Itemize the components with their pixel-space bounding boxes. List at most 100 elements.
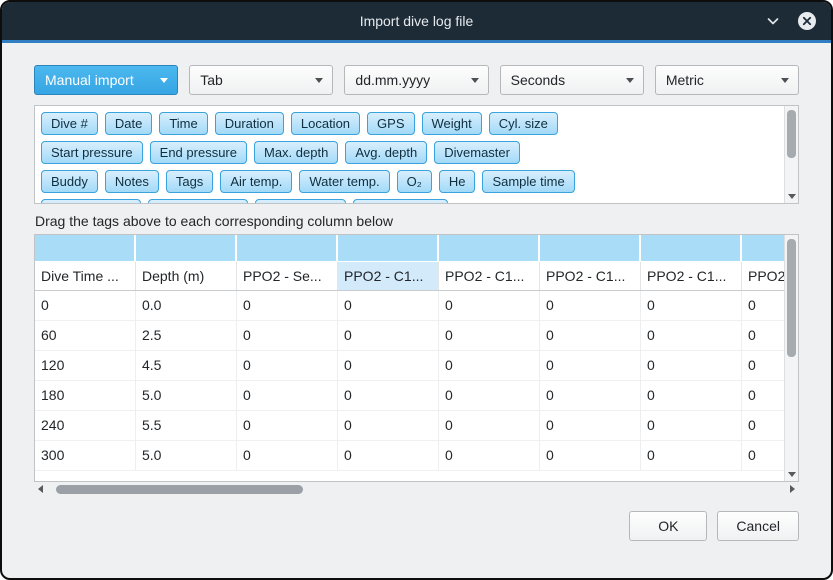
tag-water-temp[interactable]: Water temp. <box>299 170 389 193</box>
column-header[interactable]: PPO2 - C1... <box>641 262 742 290</box>
ok-button[interactable]: OK <box>629 511 707 541</box>
tag-location[interactable]: Location <box>291 112 360 135</box>
tag-date[interactable]: Date <box>105 112 152 135</box>
tag-end-pressure[interactable]: End pressure <box>150 141 247 164</box>
table-cell[interactable]: 300 <box>35 441 136 471</box>
table-cell[interactable]: 4.5 <box>136 351 237 381</box>
tag-air-temp[interactable]: Air temp. <box>220 170 292 193</box>
tag-max-depth[interactable]: Max. depth <box>254 141 338 164</box>
table-cell[interactable]: 0 <box>540 351 641 381</box>
combo-duration-format[interactable]: Seconds <box>500 65 644 95</box>
scrollbar-thumb[interactable] <box>787 239 796 357</box>
scrollbar-thumb[interactable] <box>56 485 303 494</box>
combo-date-format[interactable]: dd.mm.yyyy <box>344 65 488 95</box>
table-cell[interactable]: 0 <box>540 291 641 321</box>
column-drop-target[interactable] <box>136 235 235 261</box>
table-cell[interactable]: 0 <box>641 441 742 471</box>
column-header[interactable]: PPO2 - Se... <box>237 262 338 290</box>
column-header[interactable]: PPO2 - C1... <box>540 262 641 290</box>
column-drop-target[interactable] <box>439 235 538 261</box>
table-cell[interactable]: 0 <box>439 321 540 351</box>
table-cell[interactable]: 0 <box>439 351 540 381</box>
table-cell[interactable]: 120 <box>35 351 136 381</box>
column-header[interactable]: Dive Time ... <box>35 262 136 290</box>
table-cell[interactable]: 60 <box>35 321 136 351</box>
table-cell[interactable]: 0 <box>338 351 439 381</box>
tag-weight[interactable]: Weight <box>422 112 482 135</box>
combo-import-mode[interactable]: Manual import <box>34 65 178 95</box>
shade-chevron-down-icon[interactable] <box>765 13 781 29</box>
table-cell[interactable]: 0 <box>338 411 439 441</box>
titlebar[interactable]: Import dive log file <box>2 2 831 40</box>
tag-sample-depth[interactable]: Sample depth <box>41 199 141 204</box>
column-drop-target[interactable] <box>540 235 639 261</box>
table-cell[interactable]: 0 <box>338 321 439 351</box>
table-cell[interactable]: 0 <box>237 411 338 441</box>
table-cell[interactable]: 0 <box>540 321 641 351</box>
tag-sample-temp[interactable]: Sample temp. <box>148 199 248 204</box>
tag-start-pressure[interactable]: Start pressure <box>41 141 143 164</box>
column-drop-target[interactable] <box>237 235 336 261</box>
tag-avg-depth[interactable]: Avg. depth <box>345 141 427 164</box>
table-cell[interactable]: 0 <box>237 441 338 471</box>
tag-notes[interactable]: Notes <box>105 170 159 193</box>
tag-area-scrollbar[interactable] <box>784 106 798 203</box>
table-cell[interactable]: 0 <box>338 381 439 411</box>
scroll-right-icon[interactable] <box>790 485 795 493</box>
table-cell[interactable]: 0 <box>338 291 439 321</box>
combo-field-separator[interactable]: Tab <box>189 65 333 95</box>
tag-o[interactable]: O₂ <box>397 170 432 193</box>
column-header[interactable]: PPO2 - C1... <box>338 262 439 290</box>
tag-sample-cns[interactable]: Sample CNS <box>353 199 448 204</box>
combo-units[interactable]: Metric <box>655 65 799 95</box>
table-cell[interactable]: 240 <box>35 411 136 441</box>
close-button[interactable] <box>797 11 817 31</box>
table-cell[interactable]: 0 <box>641 321 742 351</box>
tag-sample-po[interactable]: Sample pO₂ <box>255 199 345 204</box>
table-cell[interactable]: 5.0 <box>136 441 237 471</box>
tag-dive[interactable]: Dive # <box>41 112 98 135</box>
table-cell[interactable]: 0 <box>540 411 641 441</box>
table-cell[interactable]: 0 <box>338 441 439 471</box>
table-cell[interactable]: 0 <box>237 291 338 321</box>
table-cell[interactable]: 0 <box>237 381 338 411</box>
table-cell[interactable]: 5.0 <box>136 381 237 411</box>
tag-he[interactable]: He <box>439 170 476 193</box>
table-cell[interactable]: 0 <box>641 381 742 411</box>
table-cell[interactable]: 180 <box>35 381 136 411</box>
table-cell[interactable]: 5.5 <box>136 411 237 441</box>
table-cell[interactable]: 0 <box>237 351 338 381</box>
table-cell[interactable]: 0 <box>641 351 742 381</box>
column-header[interactable]: PPO2 - C1... <box>439 262 540 290</box>
table-cell[interactable]: 0 <box>439 411 540 441</box>
tag-divemaster[interactable]: Divemaster <box>434 141 520 164</box>
tag-gps[interactable]: GPS <box>367 112 414 135</box>
scrollbar-thumb[interactable] <box>787 110 796 158</box>
table-cell[interactable]: 0 <box>641 291 742 321</box>
tag-sample-time[interactable]: Sample time <box>482 170 574 193</box>
table-cell[interactable]: 0 <box>439 381 540 411</box>
tag-buddy[interactable]: Buddy <box>41 170 98 193</box>
table-cell[interactable]: 0 <box>439 441 540 471</box>
scroll-left-icon[interactable] <box>38 485 43 493</box>
cancel-button[interactable]: Cancel <box>717 511 799 541</box>
column-header[interactable]: Depth (m) <box>136 262 237 290</box>
column-drop-target[interactable] <box>338 235 437 261</box>
table-cell[interactable]: 0 <box>35 291 136 321</box>
table-cell[interactable]: 0.0 <box>136 291 237 321</box>
table-horizontal-scrollbar[interactable] <box>34 482 799 497</box>
column-drop-target[interactable] <box>641 235 740 261</box>
table-cell[interactable]: 0 <box>237 321 338 351</box>
scroll-down-icon[interactable] <box>788 472 796 477</box>
column-drop-target[interactable] <box>35 235 134 261</box>
table-cell[interactable]: 0 <box>641 411 742 441</box>
table-cell[interactable]: 0 <box>540 381 641 411</box>
tag-time[interactable]: Time <box>159 112 207 135</box>
table-cell[interactable]: 2.5 <box>136 321 237 351</box>
table-cell[interactable]: 0 <box>439 291 540 321</box>
table-cell[interactable]: 0 <box>540 441 641 471</box>
tag-duration[interactable]: Duration <box>215 112 284 135</box>
tag-cyl-size[interactable]: Cyl. size <box>489 112 558 135</box>
tag-tags[interactable]: Tags <box>166 170 213 193</box>
scroll-down-icon[interactable] <box>788 194 796 199</box>
